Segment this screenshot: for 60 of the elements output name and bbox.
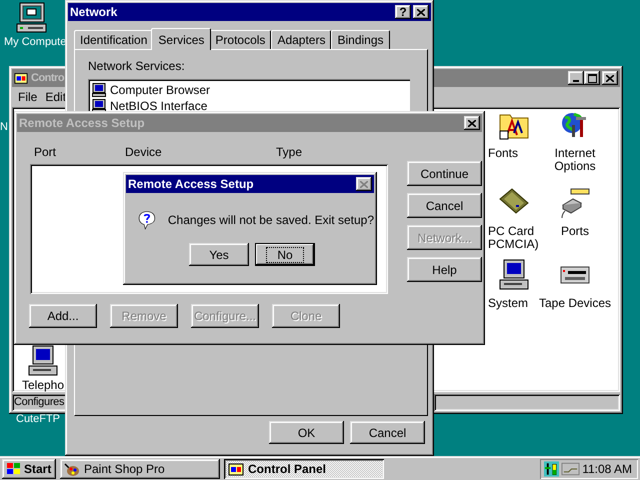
tab[interactable]: Services: [151, 28, 212, 50]
tab[interactable]: Identification: [74, 30, 154, 49]
column-header: Port: [34, 145, 58, 161]
icon-label[interactable]: System: [488, 297, 528, 310]
volume-meter-icon[interactable]: [544, 461, 560, 477]
menu-item[interactable]: File: [18, 90, 38, 104]
close-button[interactable]: [413, 5, 429, 19]
icon-label[interactable]: Internet: [554, 147, 596, 160]
list-item[interactable]: NetBIOS Interface: [110, 99, 208, 113]
help-button[interactable]: ?: [395, 5, 411, 19]
tab[interactable]: Adapters: [271, 30, 332, 49]
maximize-icon: [588, 74, 596, 82]
dialog-button[interactable]: Help: [407, 257, 482, 282]
close-icon: [606, 74, 614, 82]
minimize-icon: [573, 80, 579, 82]
dialog-button[interactable]: Yes: [189, 243, 249, 266]
clock: 11:08 AM: [582, 462, 632, 476]
message-text: Changes will not be saved. Exit setup?: [168, 213, 374, 227]
tab[interactable]: Bindings: [331, 30, 390, 49]
close-icon: [360, 180, 368, 188]
computer-icon: [92, 83, 106, 97]
windows-logo-icon: [6, 462, 22, 476]
window-title: Remote Access Setup: [19, 116, 145, 130]
dialog-button[interactable]: Cancel: [407, 193, 482, 218]
desktop-icon-label[interactable]: My Compute: [4, 36, 66, 48]
computer-icon[interactable]: [498, 259, 530, 291]
icon-label[interactable]: PCMCIA): [488, 238, 539, 251]
control-panel-icon: [228, 462, 244, 476]
close-icon: [468, 120, 476, 126]
desktop-icon-label[interactable]: CuteFTP: [16, 413, 60, 425]
icon-label[interactable]: Fonts: [488, 147, 518, 160]
dialog-button[interactable]: Add...: [29, 304, 97, 328]
column-header: Type: [276, 145, 302, 161]
window-title: Contro: [31, 72, 64, 84]
list-label: Network Services:: [88, 59, 186, 73]
icon-label[interactable]: Telepho: [22, 379, 64, 392]
network-icon[interactable]: [561, 461, 580, 477]
taskbar-button[interactable]: Paint Shop Pro: [60, 459, 220, 479]
menu-item[interactable]: Edit: [45, 90, 66, 104]
dialog-button[interactable]: No: [255, 243, 315, 266]
dialog-button[interactable]: OK: [269, 421, 344, 444]
dialog-button[interactable]: Continue: [407, 161, 482, 186]
list-item[interactable]: Computer Browser: [110, 83, 210, 97]
tab[interactable]: Protocols: [209, 30, 272, 49]
icon-label[interactable]: PC Card: [488, 225, 534, 238]
port-plug-icon[interactable]: [559, 187, 591, 219]
window-title: Remote Access Setup: [128, 177, 254, 191]
window-title: Network: [70, 5, 118, 19]
icon-label[interactable]: Ports: [560, 225, 589, 238]
close-icon: [417, 8, 425, 16]
dialog-button[interactable]: Cancel: [350, 421, 425, 444]
start-button[interactable]: Start: [2, 459, 56, 479]
palette-icon: [64, 461, 80, 477]
computer-icon[interactable]: [16, 2, 48, 34]
icon-label[interactable]: Options: [554, 160, 596, 173]
control-panel-icon: [14, 71, 28, 85]
desktop-icon-label[interactable]: N: [0, 121, 8, 133]
icon-label[interactable]: Tape Devices: [538, 297, 612, 310]
taskbar-button[interactable]: Control Panel: [224, 459, 384, 479]
column-header: Device: [125, 145, 163, 161]
